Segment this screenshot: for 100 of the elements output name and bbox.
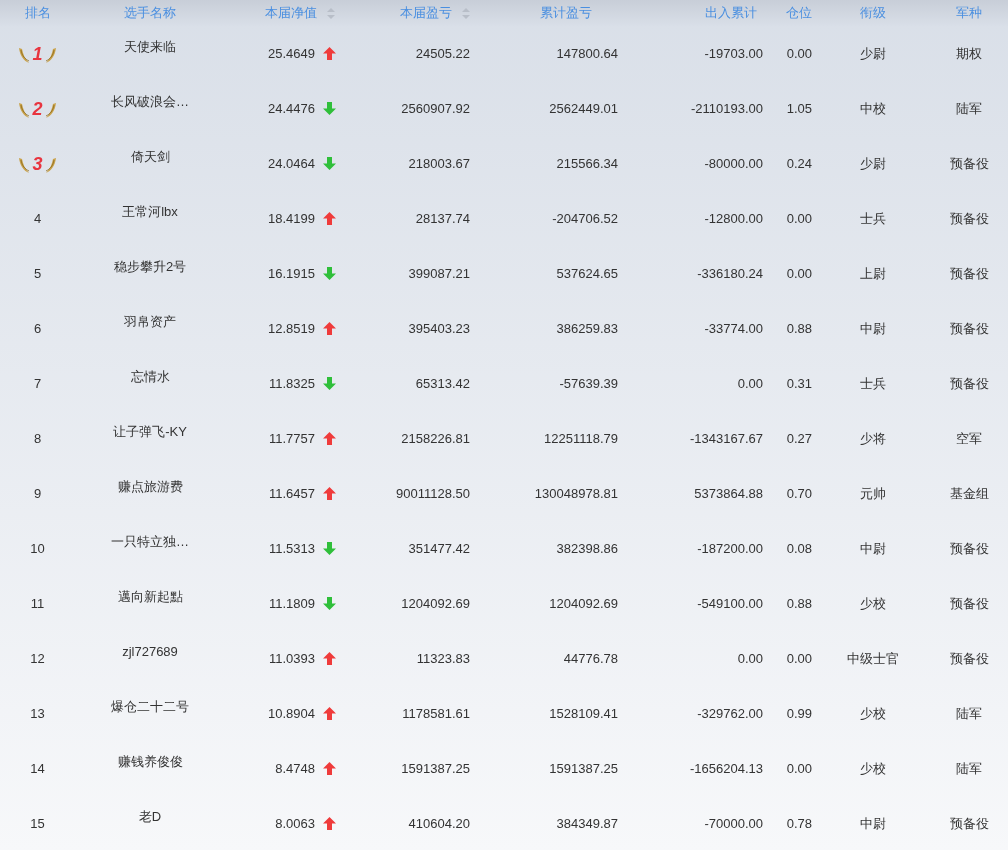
net-value: 11.0393 <box>268 649 315 668</box>
flows-value: -70000.00 <box>704 814 763 833</box>
flows-value: -33774.00 <box>704 319 763 338</box>
rank-title: 少校 <box>859 594 886 613</box>
service-branch: 预备役 <box>949 374 989 393</box>
column-header[interactable]: 本届盈亏 <box>400 3 470 23</box>
player-name: 王常河lbx <box>122 202 178 221</box>
rank-title: 少校 <box>859 759 886 778</box>
position-value: 0.08 <box>786 539 812 558</box>
profit-value: 2158226.81 <box>401 429 470 448</box>
player-name: 老D <box>138 807 162 826</box>
rank-number: 15 <box>30 814 45 833</box>
profit-value: 218003.67 <box>408 154 470 173</box>
rank-title: 中尉 <box>859 814 886 833</box>
rank-number: 13 <box>30 704 45 723</box>
rank-title: 士兵 <box>859 209 886 228</box>
rank-number: 7 <box>33 374 42 393</box>
player-name: zjl727689 <box>122 642 178 661</box>
net-value: 10.8904 <box>268 704 315 723</box>
net-value: 11.1809 <box>268 594 315 613</box>
rank-title: 上尉 <box>859 264 886 283</box>
service-branch: 陆军 <box>956 99 982 118</box>
rank-title: 士兵 <box>859 374 886 393</box>
laurel-rank-badge: 3 <box>17 153 58 174</box>
rank-number: 6 <box>33 319 42 338</box>
position-value: 0.88 <box>786 319 812 338</box>
player-name: 忘情水 <box>130 367 170 386</box>
rank-number: 11 <box>30 594 45 613</box>
player-name: 爆仓二十二号 <box>111 697 189 716</box>
service-branch: 预备役 <box>949 319 989 338</box>
net-value: 8.4748 <box>275 759 315 778</box>
position-value: 1.05 <box>786 99 812 118</box>
rank-title: 中级士官 <box>846 649 899 668</box>
player-name: 羽帛资产 <box>124 312 176 331</box>
service-branch: 预备役 <box>949 814 989 833</box>
profit-value: 1591387.25 <box>401 759 470 778</box>
rank-number: 9 <box>33 484 42 503</box>
rank-title: 少校 <box>859 704 886 723</box>
total-profit-value: 44776.78 <box>563 649 618 668</box>
rank-number: 10 <box>30 539 45 558</box>
service-branch: 预备役 <box>949 209 989 228</box>
rank-title: 少尉 <box>859 44 886 63</box>
column-header: 排名 <box>24 4 51 23</box>
column-header[interactable]: 本届净值 <box>265 3 335 23</box>
profit-value: 2560907.92 <box>401 99 470 118</box>
flows-value: -2110193.00 <box>690 99 763 118</box>
service-branch: 预备役 <box>949 539 989 558</box>
rank-title: 中校 <box>859 99 886 118</box>
profit-value: 1178581.61 <box>402 704 470 723</box>
player-name: 让子弹飞-KY <box>113 422 187 441</box>
profit-value: 28137.74 <box>415 209 470 228</box>
rank-title: 少将 <box>859 429 886 448</box>
net-value: 12.8519 <box>268 319 315 338</box>
net-value: 24.0464 <box>268 154 315 173</box>
total-profit-value: 1591387.25 <box>549 759 618 778</box>
player-name: 倚天剑 <box>130 147 170 166</box>
service-branch: 陆军 <box>956 704 982 723</box>
total-profit-value: 386259.83 <box>556 319 618 338</box>
player-name: 赚点旅游费 <box>117 477 183 496</box>
net-value: 11.8325 <box>268 374 315 393</box>
service-branch: 期权 <box>956 44 982 63</box>
sort-icon[interactable] <box>327 7 335 19</box>
total-profit-value: 1528109.41 <box>549 704 618 723</box>
total-profit-value: -204706.52 <box>552 209 618 228</box>
position-value: 0.00 <box>786 649 812 668</box>
profit-value: 11323.83 <box>416 649 470 668</box>
net-value: 16.1915 <box>268 264 315 283</box>
net-value: 8.0063 <box>275 814 315 833</box>
profit-value: 410604.20 <box>408 814 470 833</box>
net-value: 25.4649 <box>268 44 315 63</box>
sort-icon[interactable] <box>462 7 470 19</box>
position-value: 0.70 <box>786 484 812 503</box>
flows-value: -187200.00 <box>697 539 763 558</box>
total-profit-value: 130048978.81 <box>534 484 618 503</box>
flows-value: 0.00 <box>737 374 763 393</box>
position-value: 0.00 <box>786 264 812 283</box>
total-profit-value: 1204092.69 <box>549 594 618 613</box>
laurel-rank-badge: 2 <box>17 98 58 119</box>
position-value: 0.24 <box>786 154 812 173</box>
column-header: 仓位 <box>786 4 812 23</box>
profit-value: 351477.42 <box>408 539 470 558</box>
service-branch: 预备役 <box>949 264 989 283</box>
rank-number: 8 <box>33 429 42 448</box>
service-branch: 基金组 <box>949 484 989 503</box>
flows-value: -12800.00 <box>704 209 763 228</box>
total-profit-value: 382398.86 <box>556 539 618 558</box>
service-branch: 预备役 <box>949 594 989 613</box>
net-value: 11.7757 <box>268 429 315 448</box>
flows-value: -549100.00 <box>697 594 763 613</box>
player-name: 赚钱养俊俊 <box>117 752 183 771</box>
rank-title: 少尉 <box>859 154 886 173</box>
total-profit-value: 537624.65 <box>556 264 618 283</box>
net-value: 24.4476 <box>268 99 315 118</box>
player-name: 一只特立独… <box>111 532 189 551</box>
total-profit-value: 2562449.01 <box>549 99 618 118</box>
rank-number: 4 <box>33 209 42 228</box>
total-profit-value: 384349.87 <box>556 814 618 833</box>
player-name: 长风破浪会… <box>111 92 189 111</box>
player-name: 稳步攀升2号 <box>113 257 187 276</box>
flows-value: -80000.00 <box>704 154 763 173</box>
